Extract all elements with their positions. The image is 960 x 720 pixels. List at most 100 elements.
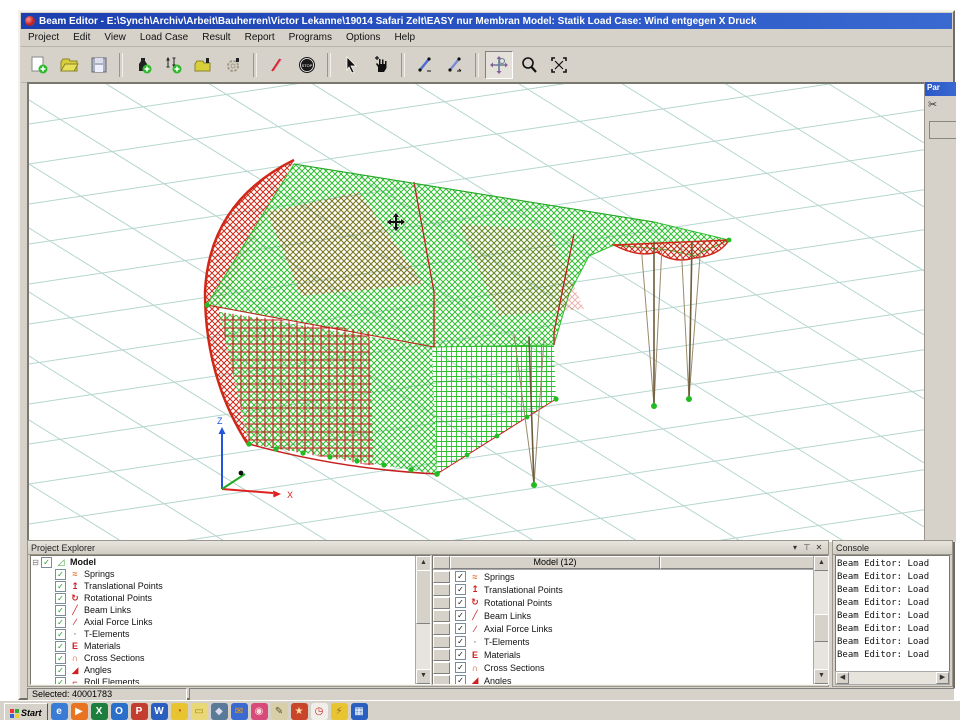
list-row-checkbox[interactable]: ✓ xyxy=(455,584,466,595)
row-header-cell[interactable] xyxy=(433,623,450,635)
open-project-button[interactable] xyxy=(55,51,83,79)
new-project-button[interactable] xyxy=(25,51,53,79)
taskbar-icon[interactable]: ▶ xyxy=(71,703,88,720)
row-header-cell[interactable] xyxy=(433,597,450,609)
list-row[interactable]: ✓ ∩ Cross Sections xyxy=(433,661,828,674)
menu-item[interactable]: Load Case xyxy=(133,30,195,45)
save-project-button[interactable] xyxy=(85,51,113,79)
tree-item-checkbox[interactable]: ✓ xyxy=(55,677,66,686)
taskbar-icon[interactable]: ◷ xyxy=(311,703,328,720)
scroll-up-icon[interactable]: ▲ xyxy=(814,556,829,571)
dock-pin-icon[interactable]: ⊤ xyxy=(801,542,813,553)
menu-item[interactable]: Report xyxy=(238,30,282,45)
list-row-checkbox[interactable]: ✓ xyxy=(455,662,466,673)
tree-item-checkbox[interactable]: ✓ xyxy=(55,641,66,652)
list-scrollbar[interactable]: ▲ ▼ xyxy=(813,556,828,684)
model-viewport[interactable]: Z X xyxy=(27,82,926,542)
list-row[interactable]: ✓ ≈ Springs xyxy=(433,570,828,583)
scroll-right-icon[interactable]: ▶ xyxy=(936,672,949,684)
list-row-checkbox[interactable]: ✓ xyxy=(455,597,466,608)
tree-item-checkbox[interactable]: ✓ xyxy=(55,629,66,640)
row-header-cell[interactable] xyxy=(433,675,450,686)
menu-item[interactable]: Options xyxy=(339,30,387,45)
menu-item[interactable]: Edit xyxy=(66,30,97,45)
move-view-tool-button[interactable] xyxy=(485,51,513,79)
model-list-header[interactable]: Model (12) xyxy=(450,556,660,569)
list-row-checkbox[interactable]: ✓ xyxy=(455,649,466,660)
tree-item[interactable]: ✓ ↻ Rotational Points xyxy=(31,592,430,604)
add-point-load-button[interactable] xyxy=(159,51,187,79)
taskbar-icon[interactable]: ▭ xyxy=(191,703,208,720)
tree-item-checkbox[interactable]: ✓ xyxy=(55,665,66,676)
tree-item[interactable]: ✓ ≈ Springs xyxy=(31,568,430,580)
taskbar-icon[interactable]: ✎ xyxy=(271,703,288,720)
menu-item[interactable]: Help xyxy=(387,30,422,45)
tree-item-checkbox[interactable]: ✓ xyxy=(55,617,66,628)
tree-item[interactable]: ✓ ∙ T-Elements xyxy=(31,628,430,640)
taskbar-icon[interactable]: W xyxy=(151,703,168,720)
list-row-checkbox[interactable]: ✓ xyxy=(455,636,466,647)
taskbar-icon[interactable]: ◆ xyxy=(211,703,228,720)
tree-item-checkbox[interactable]: ✓ xyxy=(55,605,66,616)
tree-item-checkbox[interactable]: ✓ xyxy=(55,569,66,580)
taskbar-icon[interactable]: e xyxy=(51,703,68,720)
taskbar-icon[interactable]: ✉ xyxy=(231,703,248,720)
row-header-cell[interactable] xyxy=(433,610,450,622)
scroll-down-icon[interactable]: ▼ xyxy=(416,669,431,684)
menu-item[interactable]: View xyxy=(97,30,133,45)
list-row[interactable]: ✓ ◢ Angles xyxy=(433,674,828,685)
dock-menu-icon[interactable]: ▾ xyxy=(789,542,801,553)
tree-scrollbar[interactable]: ▲ ▼ xyxy=(415,556,430,684)
taskbar-icon[interactable]: ⚡ xyxy=(331,703,348,720)
tree-item-checkbox[interactable]: ✓ xyxy=(55,581,66,592)
list-row[interactable]: ✓ E Materials xyxy=(433,648,828,661)
zoom-tool-button[interactable] xyxy=(515,51,543,79)
project-explorer-header[interactable]: Project Explorer ▾ ⊤ ✕ xyxy=(28,541,828,555)
tree-item[interactable]: ✓ ╱ Beam Links xyxy=(31,604,430,616)
console-header[interactable]: Console xyxy=(833,541,952,555)
select-tool-button[interactable] xyxy=(337,51,365,79)
taskbar-icon[interactable]: O xyxy=(111,703,128,720)
scroll-down-icon[interactable]: ▼ xyxy=(814,669,829,684)
add-load-button[interactable] xyxy=(129,51,157,79)
gear-button[interactable] xyxy=(219,51,247,79)
row-header-cell[interactable] xyxy=(433,584,450,596)
row-header-cell[interactable] xyxy=(433,649,450,661)
tree-item-checkbox[interactable]: ✓ xyxy=(55,593,66,604)
row-header-cell[interactable] xyxy=(433,636,450,648)
start-button[interactable]: Start xyxy=(4,703,48,720)
dock-close-icon[interactable]: ✕ xyxy=(813,542,825,553)
title-bar[interactable]: Beam Editor - E:\Synch\Archiv\Arbeit\Bau… xyxy=(21,13,952,29)
tree-root-checkbox[interactable]: ✓ xyxy=(41,557,52,568)
scroll-left-icon[interactable]: ◀ xyxy=(836,672,849,684)
taskbar-icon[interactable]: X xyxy=(91,703,108,720)
list-row[interactable]: ✓ ∕ Axial Force Links xyxy=(433,622,828,635)
taskbar-icon[interactable]: ▦ xyxy=(351,703,368,720)
taskbar-icon[interactable]: ★ xyxy=(291,703,308,720)
tree-item-checkbox[interactable]: ✓ xyxy=(55,653,66,664)
fit-view-button[interactable] xyxy=(545,51,573,79)
tree-collapse-icon[interactable]: ⊟ xyxy=(31,558,40,567)
scroll-thumb[interactable] xyxy=(416,570,431,624)
console-hscrollbar[interactable]: ◀ ▶ xyxy=(835,671,950,685)
row-header-cell[interactable] xyxy=(433,662,450,674)
menu-item[interactable]: Result xyxy=(195,30,237,45)
tree-item[interactable]: ✓ ∕ Axial Force Links xyxy=(31,616,430,628)
list-row[interactable]: ✓ ↥ Translational Points xyxy=(433,583,828,596)
disable-draw-button[interactable] xyxy=(263,51,291,79)
tree-item[interactable]: ✓ E Materials xyxy=(31,640,430,652)
list-row-checkbox[interactable]: ✓ xyxy=(455,610,466,621)
list-row[interactable]: ✓ ╱ Beam Links xyxy=(433,609,828,622)
stop-button[interactable]: STOP xyxy=(293,51,321,79)
list-row[interactable]: ✓ ∙ T-Elements xyxy=(433,635,828,648)
taskbar-icon[interactable]: ◉ xyxy=(251,703,268,720)
menu-item[interactable]: Programs xyxy=(282,30,339,45)
tree-item[interactable]: ✓ ◢ Angles xyxy=(31,664,430,676)
menu-item[interactable]: Project xyxy=(21,30,66,45)
console-output[interactable]: Beam Editor: Load Beam Editor: Load Beam… xyxy=(835,555,950,672)
tree-item[interactable]: ✓ ∩ Cross Sections xyxy=(31,652,430,664)
scroll-thumb[interactable] xyxy=(814,614,829,642)
scroll-up-icon[interactable]: ▲ xyxy=(416,556,431,571)
tool-icon[interactable]: ✂ xyxy=(925,96,956,113)
tree-item[interactable]: ✓ ⌐ Roll Elements xyxy=(31,676,430,685)
